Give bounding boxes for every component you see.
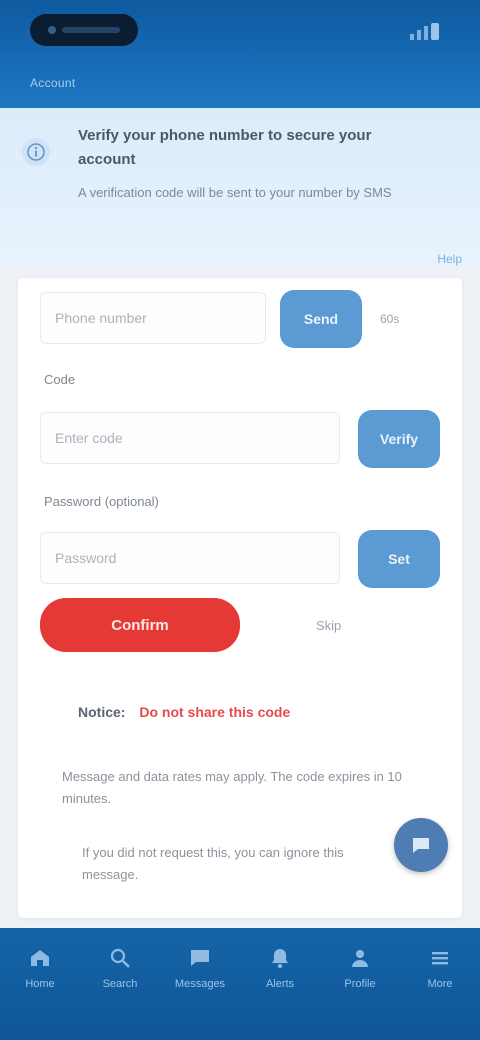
info-paragraph-2: If you did not request this, you can ign… (82, 845, 344, 882)
info-icon (22, 138, 50, 166)
chat-fab[interactable] (394, 818, 448, 872)
home-icon (31, 950, 49, 966)
top-app-bar: Account (0, 0, 480, 108)
code-input[interactable]: Enter code (40, 412, 340, 464)
code-label: Code (44, 372, 76, 387)
bell-icon (272, 949, 288, 968)
banner-subtitle: A verification code will be sent to your… (78, 185, 392, 200)
notice-label: Notice: (78, 704, 126, 720)
nav-label: More (427, 978, 453, 990)
password-label: Password (optional) (44, 494, 159, 509)
search-icon (110, 948, 130, 968)
chat-icon (191, 950, 209, 966)
confirm-button[interactable]: Confirm (40, 598, 240, 652)
help-link[interactable]: Help (437, 252, 462, 266)
skip-link[interactable]: Skip (316, 618, 341, 633)
countdown-text: 60s (380, 312, 400, 326)
notice-highlight: Do not share this code (139, 704, 291, 720)
password-placeholder: Password (55, 550, 117, 566)
chat-bubble-icon (413, 838, 429, 853)
nav-label: Profile (344, 978, 376, 990)
phone-placeholder: Phone number (55, 310, 147, 326)
code-placeholder: Enter code (55, 430, 123, 446)
send-code-button[interactable]: Send (280, 290, 362, 348)
info-paragraph-1: Message and data rates may apply. The co… (62, 769, 402, 806)
notice-line: Notice: Do not share this code (78, 704, 290, 720)
nav-item-home[interactable]: Home (5, 946, 75, 990)
nav-item-search[interactable]: Search (85, 946, 155, 990)
nav-item-more[interactable]: More (405, 946, 475, 990)
status-pill (30, 14, 138, 46)
nav-label: Alerts (265, 978, 295, 990)
nav-item-messages[interactable]: Messages (165, 946, 235, 990)
camera-dot (48, 26, 56, 34)
menu-icon (432, 952, 448, 965)
signal-icon[interactable] (408, 22, 442, 42)
set-password-button[interactable]: Set (358, 530, 440, 588)
bottom-navigation: Home Search Messages Alerts Profile More (0, 928, 480, 1040)
nav-label: Search (102, 978, 138, 990)
user-icon (352, 950, 368, 967)
verify-button[interactable]: Verify (358, 410, 440, 468)
nav-label: Home (25, 978, 55, 990)
phone-input[interactable]: Phone number (40, 292, 266, 344)
nav-item-alerts[interactable]: Alerts (245, 946, 315, 990)
status-bar-indicator (62, 27, 120, 33)
password-input[interactable]: Password (40, 532, 340, 584)
banner-title: Verify your phone number to secure your … (78, 127, 372, 168)
nav-item-profile[interactable]: Profile (325, 946, 395, 990)
page-title: Account (30, 76, 76, 90)
nav-label: Messages (174, 978, 226, 990)
